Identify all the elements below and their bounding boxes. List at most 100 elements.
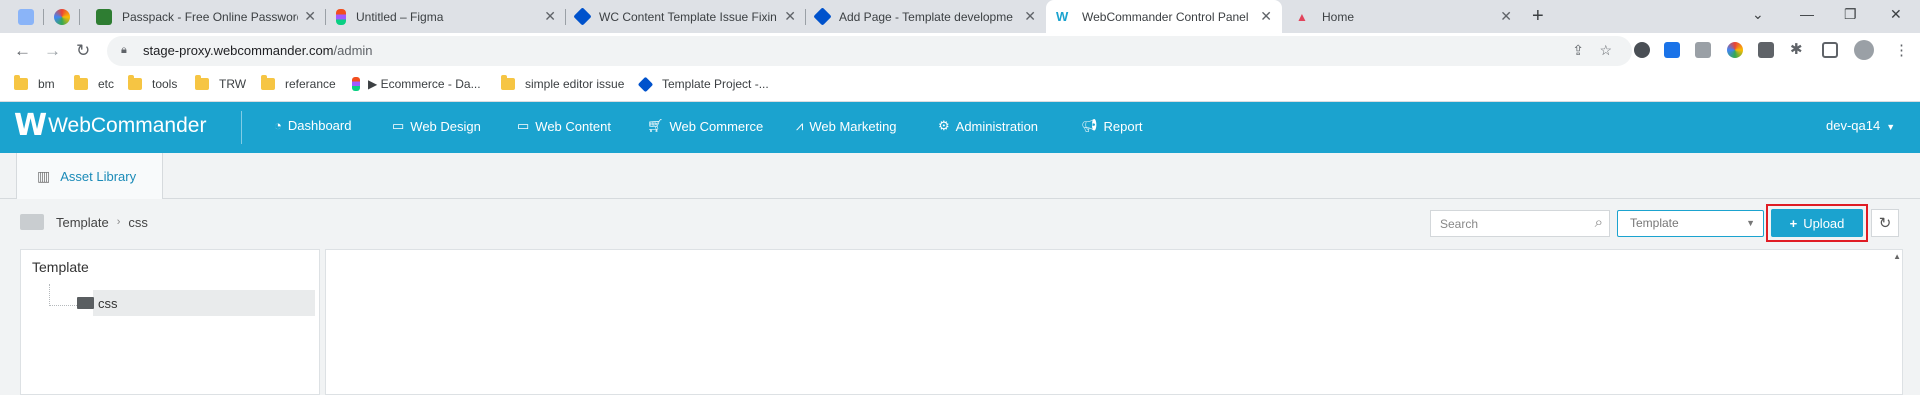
minimize-icon[interactable]: — <box>1800 6 1814 22</box>
folder-icon <box>128 75 142 90</box>
asset-type-select[interactable]: Template ▼ <box>1617 210 1764 237</box>
menu-label: Administration <box>955 118 1039 134</box>
lock-icon[interactable]: 🔒︎ <box>121 44 127 57</box>
tab-asset-library[interactable]: ▥ Asset Library <box>16 153 163 200</box>
new-tab-icon[interactable]: + <box>1532 6 1544 26</box>
search-icon[interactable]: ⌕ <box>1595 214 1603 231</box>
side-panel-icon[interactable] <box>1822 42 1838 58</box>
folder-icon: ▭ <box>517 118 530 133</box>
menu-report[interactable]: 📢︎ Report <box>1081 118 1143 134</box>
browser-tab-passpack[interactable]: Passpack - Free Online Password ✕ <box>86 0 326 33</box>
select-value: Template <box>1630 216 1679 230</box>
bookmark-label: simple editor issue <box>525 77 625 91</box>
tree-root[interactable]: Template <box>32 259 89 275</box>
tree-node-label: css <box>98 295 118 311</box>
dashboard-icon: ◔ <box>274 118 282 133</box>
browser-toolbar: ← → ↻ 🔒︎ stage-proxy.webcommander.com/ad… <box>0 33 1920 71</box>
tab-close-icon[interactable]: ✕ <box>784 8 796 25</box>
bookmark-folder-simple-editor-issue[interactable]: simple editor issue <box>501 75 625 91</box>
extension-5-icon[interactable] <box>1758 42 1774 58</box>
browser-tab-confluence-2[interactable]: Add Page - Template developme ✕ <box>806 0 1046 33</box>
url-text: stage-proxy.webcommander.com/admin <box>143 43 373 58</box>
webcommander-logo[interactable]: W WebCommander <box>14 109 206 143</box>
clipboard-extension-icon[interactable] <box>1695 42 1711 58</box>
menu-web-design[interactable]: ▭ Web Design <box>392 118 481 134</box>
bookmark-folder-bm[interactable]: bm <box>14 75 55 91</box>
url-path: /admin <box>333 43 373 58</box>
refresh-button[interactable]: ↻ <box>1871 209 1899 237</box>
tab-title: Add Page - Template developme <box>839 9 1013 24</box>
figma-icon <box>352 77 360 91</box>
tab-close-icon[interactable]: ✕ <box>544 8 556 25</box>
browser-menu-icon[interactable]: ⋮ <box>1894 41 1909 59</box>
share-icon[interactable]: ⇪ <box>1572 42 1584 59</box>
tab-title: WebCommander Control Panel <box>1082 9 1249 24</box>
close-window-icon[interactable]: ✕ <box>1890 6 1902 23</box>
breadcrumb-item[interactable]: css <box>128 215 148 230</box>
tab-title: Home <box>1322 9 1355 24</box>
menu-administration[interactable]: ⚙ Administration <box>938 118 1038 134</box>
bookmark-folder-referance[interactable]: referance <box>261 75 336 91</box>
menu-web-content[interactable]: ▭ Web Content <box>517 118 611 134</box>
confluence-favicon-icon <box>813 7 832 26</box>
figma-favicon-icon <box>336 8 346 25</box>
reload-icon[interactable]: ↻ <box>76 41 90 61</box>
tab-title: Untitled – Figma <box>356 9 444 24</box>
caret-down-icon: ▼ <box>1746 218 1755 228</box>
back-icon[interactable]: ← <box>14 41 31 61</box>
header-divider <box>241 111 242 144</box>
folder-tree: Template css <box>20 249 320 395</box>
tab-close-icon[interactable]: ✕ <box>1260 8 1272 25</box>
tab-title: Passpack - Free Online Password <box>122 9 299 24</box>
caret-down-icon: ▼ <box>1886 122 1896 132</box>
webcommander-logo-icon: W <box>14 108 47 143</box>
app-header: W WebCommander ◔ Dashboard ▭ Web Design ▭ W… <box>0 102 1920 153</box>
browser-tab-pinned-1[interactable] <box>8 0 44 33</box>
passpack-favicon-icon <box>96 8 112 25</box>
menu-web-commerce[interactable]: 🛒︎ Web Commerce <box>647 118 763 134</box>
menu-web-marketing[interactable]: ⩘ Web Marketing <box>796 118 897 134</box>
tree-node-css[interactable]: css <box>77 290 315 316</box>
browser-tab-confluence-1[interactable]: WC Content Template Issue Fixin ✕ <box>566 0 806 33</box>
upload-button[interactable]: + Upload <box>1771 209 1863 237</box>
bookmark-folder-trw[interactable]: TRW <box>195 75 246 91</box>
bookmark-template-project[interactable]: Template Project -... <box>637 76 769 92</box>
translate-extension-icon[interactable] <box>1664 42 1680 58</box>
browser-tab-figma[interactable]: Untitled – Figma ✕ <box>326 0 566 33</box>
breadcrumb-item[interactable]: Template <box>56 215 109 230</box>
bookmark-folder-tools[interactable]: tools <box>128 75 177 91</box>
color-extension-icon[interactable] <box>1727 42 1743 58</box>
bookmark-folder-etc[interactable]: etc <box>74 75 114 91</box>
browser-tab-pinned-2[interactable] <box>44 0 80 33</box>
bookmark-star-icon[interactable]: ☆ <box>1599 42 1612 59</box>
gear-icon: ⚙ <box>938 118 950 133</box>
profile-avatar-icon[interactable] <box>1854 40 1874 60</box>
user-menu[interactable]: dev-qa14 ▼ <box>1826 118 1895 133</box>
tab-search-chevron-icon[interactable]: ⌄ <box>1752 6 1764 23</box>
plus-icon: + <box>1789 215 1798 231</box>
asset-panel: ▲ <box>325 249 1903 395</box>
monitor-icon: ▭ <box>392 118 405 133</box>
menu-label: Dashboard <box>287 118 352 133</box>
tab-close-icon[interactable]: ✕ <box>1024 8 1036 25</box>
browser-tab-home[interactable]: ▲ Home ✕ <box>1286 0 1522 33</box>
tab-close-icon[interactable]: ✕ <box>1500 8 1512 25</box>
menu-dashboard[interactable]: ◔ Dashboard <box>274 118 351 133</box>
search-input[interactable] <box>1431 211 1571 236</box>
extension-1-icon[interactable] <box>1634 42 1650 58</box>
restore-icon[interactable]: ❐ <box>1844 6 1857 23</box>
folder-icon <box>74 75 88 90</box>
tab-close-icon[interactable]: ✕ <box>304 8 316 25</box>
address-bar[interactable]: 🔒︎ stage-proxy.webcommander.com/admin ⇪ … <box>107 36 1632 66</box>
menu-label: Web Commerce <box>669 118 764 134</box>
scroll-up-icon[interactable]: ▲ <box>1893 252 1901 261</box>
menu-label: Report <box>1103 118 1143 134</box>
browser-tab-webcommander[interactable]: W WebCommander Control Panel ✕ <box>1046 0 1282 33</box>
forward-icon[interactable]: → <box>44 41 61 61</box>
extensions-puzzle-icon[interactable]: ✱ <box>1790 42 1806 58</box>
bookmark-label: ▶ Ecommerce - Da... <box>368 77 481 91</box>
bookmark-ecommerce[interactable]: ▶ Ecommerce - Da... <box>352 77 481 91</box>
folder-icon <box>501 75 515 90</box>
folder-icon <box>261 75 275 90</box>
tab-label: Asset Library <box>60 169 137 184</box>
